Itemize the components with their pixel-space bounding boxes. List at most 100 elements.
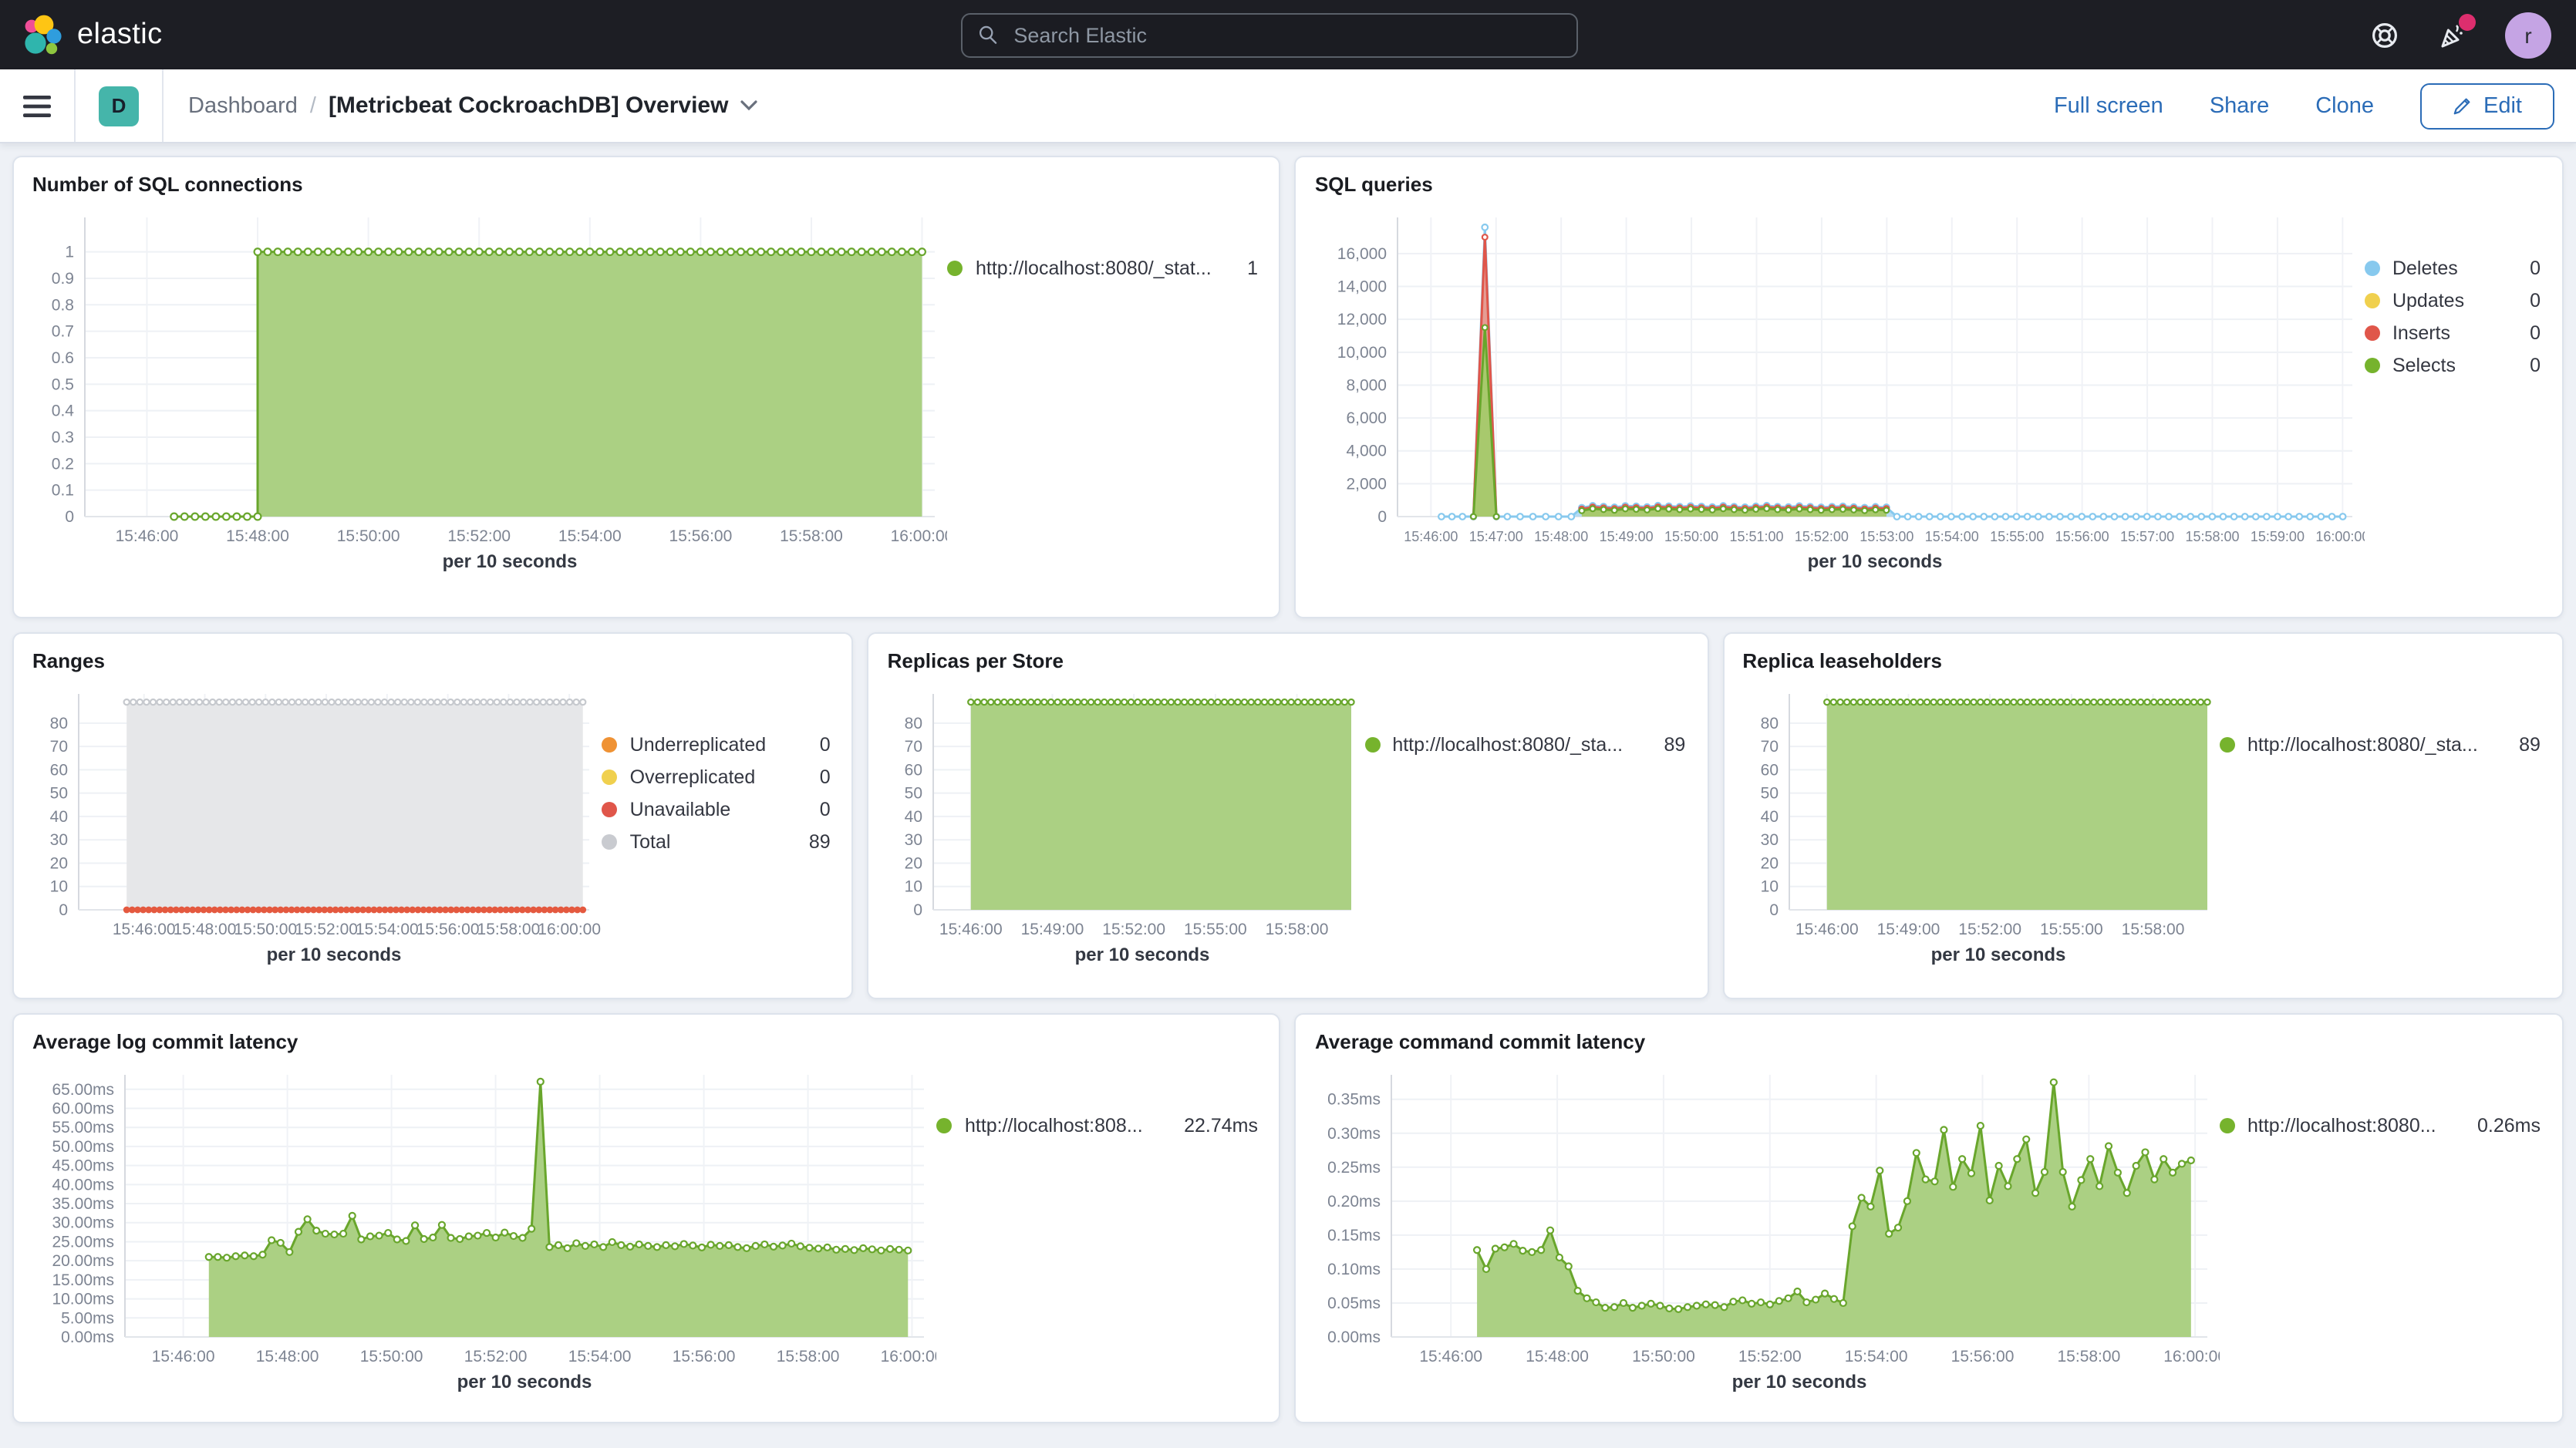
svg-text:0: 0 [914, 901, 923, 919]
svg-text:0.9: 0.9 [52, 270, 74, 288]
legend-dot [602, 769, 618, 785]
svg-text:15:53:00: 15:53:00 [1860, 529, 1914, 544]
panel-title: Average log commit latency [32, 1030, 1264, 1053]
breadcrumb: Dashboard / [Metricbeat CockroachDB] Ove… [164, 93, 757, 119]
svg-text:0.4: 0.4 [52, 402, 75, 420]
svg-text:15:58:00: 15:58:00 [2121, 921, 2184, 938]
svg-text:15:55:00: 15:55:00 [1991, 529, 2045, 544]
svg-text:5.00ms: 5.00ms [61, 1309, 114, 1327]
legend-item[interactable]: Underreplicated0 [602, 734, 831, 756]
svg-text:15:49:00: 15:49:00 [1876, 921, 1940, 938]
svg-text:15.00ms: 15.00ms [52, 1271, 114, 1289]
chart-average-log-commit-latency[interactable]: 65.00ms60.00ms55.00ms50.00ms45.00ms40.00… [29, 1059, 937, 1396]
legend-item[interactable]: Inserts0 [2365, 322, 2541, 344]
chart-replicas-per-store[interactable]: 8070605040302010015:46:0015:49:0015:52:0… [885, 679, 1365, 968]
panel-replica-leaseholders: Replica leaseholders 8070605040302010015… [1722, 632, 2564, 999]
legend-value: 0 [2530, 258, 2541, 279]
svg-text:10: 10 [50, 878, 68, 896]
legend-dot [937, 1118, 953, 1133]
svg-text:15:52:00: 15:52:00 [1103, 921, 1166, 938]
svg-text:15:51:00: 15:51:00 [1730, 529, 1784, 544]
svg-text:15:54:00: 15:54:00 [1846, 1348, 1909, 1365]
svg-text:15:48:00: 15:48:00 [226, 527, 289, 545]
help-icon[interactable] [2369, 19, 2400, 50]
svg-text:15:49:00: 15:49:00 [1600, 529, 1654, 544]
svg-text:20: 20 [905, 854, 922, 872]
svg-text:70: 70 [1760, 738, 1778, 756]
panel-average-log-commit-latency: Average log commit latency 65.00ms60.00m… [12, 1013, 1281, 1423]
legend-label: Deletes [2392, 258, 2514, 279]
legend-item[interactable]: Total89 [602, 831, 831, 853]
svg-text:0.5: 0.5 [52, 375, 74, 393]
legend-value: 0 [2530, 290, 2541, 311]
svg-text:0.1: 0.1 [52, 482, 74, 500]
svg-text:50: 50 [905, 785, 922, 803]
legend-dot [2220, 1118, 2235, 1133]
panel-number-of-sql-connections: Number of SQL connections 10.90.80.70.60… [12, 156, 1281, 618]
svg-text:16:00:00: 16:00:00 [881, 1348, 936, 1365]
legend-item[interactable]: http://localhost:808...22.74ms [937, 1115, 1258, 1137]
chart-ranges[interactable]: 8070605040302010015:46:0015:48:0015:50:0… [29, 679, 602, 968]
legend-item[interactable]: Selects 0 [2365, 355, 2541, 376]
svg-text:15:46:00: 15:46:00 [116, 527, 179, 545]
top-header: elastic [0, 0, 2576, 69]
legend-value: 0 [2530, 355, 2541, 376]
app-root: elastic [0, 0, 2576, 1448]
search-input[interactable] [1010, 22, 1561, 48]
svg-text:1: 1 [65, 244, 74, 261]
svg-text:15:48:00: 15:48:00 [1526, 1348, 1590, 1365]
menu-icon[interactable] [0, 69, 74, 142]
legend-item[interactable]: http://localhost:8080/_stat...1 [948, 258, 1258, 279]
legend-dot [2220, 737, 2235, 753]
chart-average-command-commit-latency[interactable]: 0.35ms0.30ms0.25ms0.20ms0.15ms0.10ms0.05… [1312, 1059, 2220, 1396]
elastic-logo[interactable]: elastic [0, 13, 163, 56]
legend-item[interactable]: http://localhost:8080/_sta...89 [2220, 734, 2541, 756]
svg-text:0.7: 0.7 [52, 323, 74, 341]
legend-label: http://localhost:8080... [2247, 1115, 2462, 1137]
edit-button[interactable]: Edit [2420, 83, 2554, 129]
panel-title: Number of SQL connections [32, 173, 1264, 196]
panel-average-command-commit-latency: Average command commit latency 0.35ms0.3… [1295, 1013, 2564, 1423]
svg-text:15:59:00: 15:59:00 [2251, 529, 2305, 544]
share-button[interactable]: Share [2210, 93, 2269, 118]
svg-text:0.30ms: 0.30ms [1328, 1125, 1381, 1143]
legend-item[interactable]: http://localhost:8080...0.26ms [2220, 1115, 2541, 1137]
chart-legend: Underreplicated0 Overreplicated0 Unavailab… [602, 679, 837, 984]
legend-dot [602, 802, 618, 817]
legend-item[interactable]: Unavailable0 [602, 799, 831, 820]
svg-text:0.25ms: 0.25ms [1328, 1159, 1381, 1177]
breadcrumb-dashboard-link[interactable]: Dashboard [188, 93, 298, 118]
chart-number-of-sql-connections[interactable]: 10.90.80.70.60.50.40.30.20.1015:46:0015:… [29, 202, 948, 575]
clone-button[interactable]: Clone [2315, 93, 2374, 118]
chevron-down-icon[interactable] [740, 100, 757, 111]
svg-text:per 10 seconds: per 10 seconds [1075, 945, 1210, 965]
brand-name: elastic [77, 18, 163, 52]
svg-text:per 10 seconds: per 10 seconds [457, 1372, 592, 1392]
svg-text:15:46:00: 15:46:00 [152, 1348, 215, 1365]
chart-replica-leaseholders[interactable]: 8070605040302010015:46:0015:49:0015:52:0… [1739, 679, 2220, 968]
svg-text:15:50:00: 15:50:00 [337, 527, 400, 545]
legend-item[interactable]: http://localhost:8080/_sta...89 [1364, 734, 1685, 756]
legend-label: Selects [2392, 355, 2514, 376]
newsfeed-icon[interactable] [2437, 19, 2468, 50]
svg-text:15:56:00: 15:56:00 [1952, 1348, 2015, 1365]
svg-text:20: 20 [50, 854, 68, 872]
svg-text:15:50:00: 15:50:00 [1633, 1348, 1696, 1365]
svg-text:15:58:00: 15:58:00 [780, 527, 843, 545]
user-avatar[interactable]: r [2505, 12, 2551, 58]
chart-legend: http://localhost:808...22.74ms [937, 1059, 1264, 1408]
legend-item[interactable]: Overreplicated0 [602, 766, 831, 788]
legend-item[interactable]: Updates0 [2365, 290, 2541, 311]
svg-text:40.00ms: 40.00ms [52, 1176, 114, 1194]
svg-text:15:54:00: 15:54:00 [356, 921, 419, 938]
svg-text:10: 10 [905, 878, 922, 896]
svg-text:per 10 seconds: per 10 seconds [1809, 551, 1944, 572]
page-title[interactable]: [Metricbeat CockroachDB] Overview [329, 93, 729, 119]
legend-item[interactable]: Deletes 0 [2365, 258, 2541, 279]
chart-sql-queries[interactable]: 16,00014,00012,00010,0008,0006,0004,0002… [1312, 202, 2365, 575]
svg-text:15:58:00: 15:58:00 [2186, 529, 2240, 544]
global-search[interactable] [961, 12, 1578, 57]
full-screen-button[interactable]: Full screen [2054, 93, 2163, 118]
svg-text:15:55:00: 15:55:00 [2039, 921, 2102, 938]
svg-text:16,000: 16,000 [1338, 245, 1387, 263]
